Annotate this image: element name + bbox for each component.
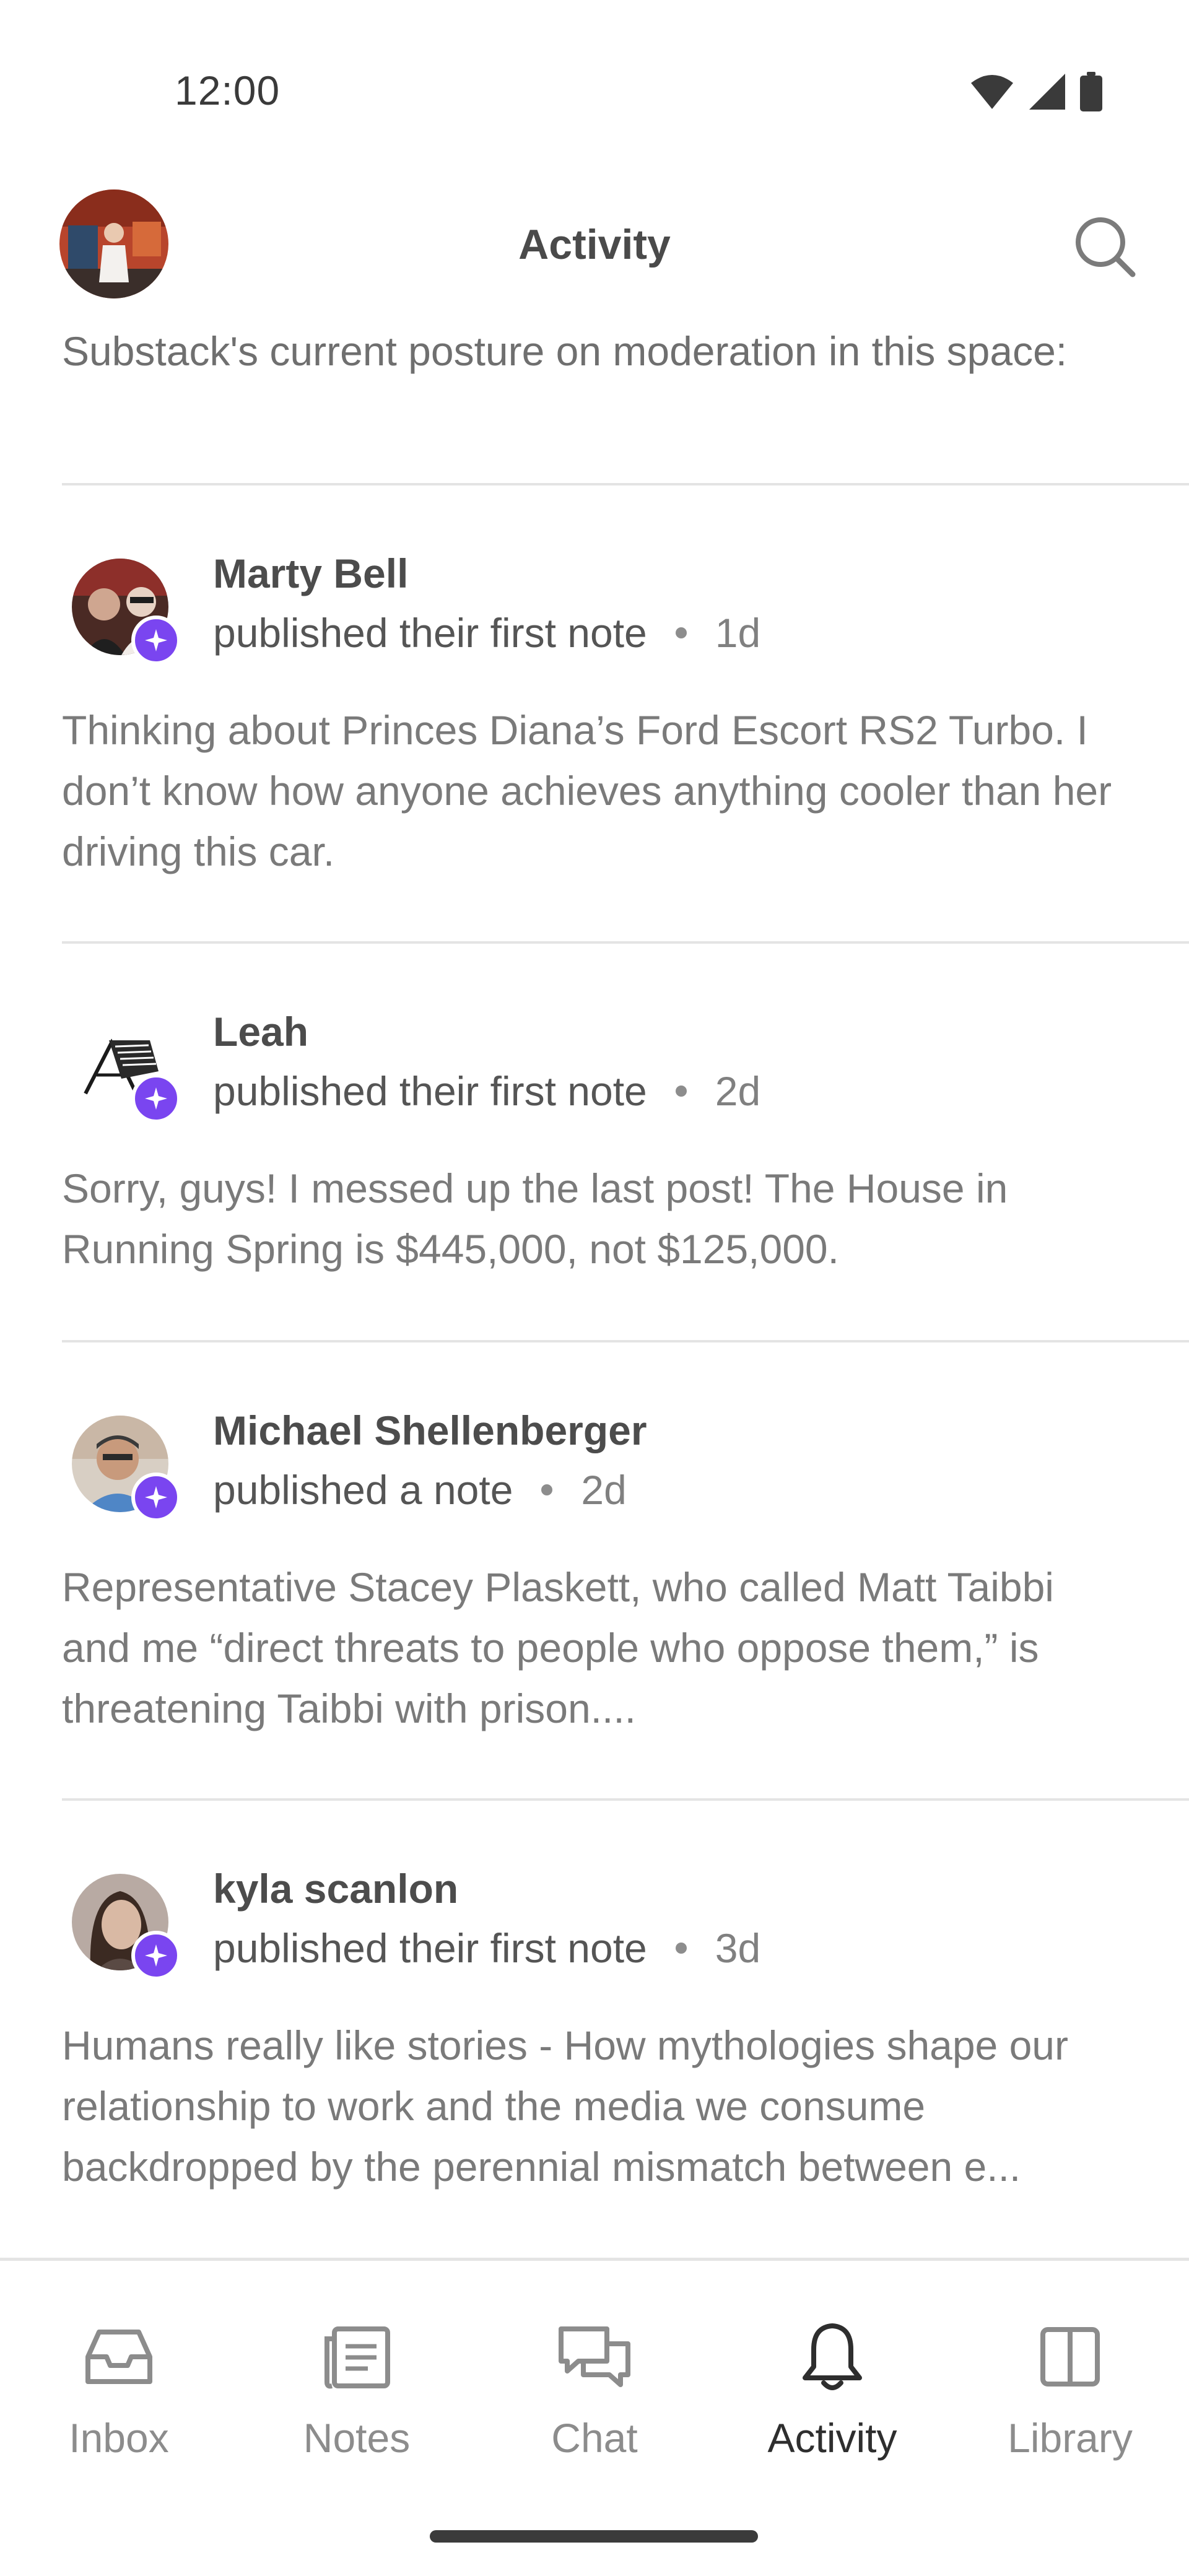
sparkle-icon [145,1087,167,1110]
note-preview[interactable]: Representative Stacey Plaskett, who call… [62,1557,1127,1739]
sparkle-icon [145,629,167,651]
bell-icon [803,2323,862,2390]
battery-icon [1080,72,1102,111]
separator-dot [675,1086,687,1097]
activity-feed: Substack's current posture on moderation… [0,297,1189,2260]
nav-inbox[interactable]: Inbox [0,2317,238,2461]
activity-item[interactable]: Michael Shellenberger published a note 2… [0,1342,1189,1798]
nav-activity[interactable]: Activity [713,2317,951,2461]
nav-label: Library [1008,2415,1133,2461]
app-screen: 12:00 Activity Substack's current postur… [0,0,1189,2576]
sparkle-badge [131,1931,181,1980]
activity-meta: published a note 2d [213,1466,627,1513]
nav-notes[interactable]: Notes [238,2317,476,2461]
nav-label: Chat [551,2415,638,2461]
activity-action: published a note [213,1467,513,1513]
home-indicator[interactable] [430,2530,758,2543]
separator-dot [541,1484,553,1495]
sparkle-badge [131,1473,181,1522]
user-name[interactable]: Marty Bell [213,550,408,597]
status-icons [970,72,1102,111]
sparkle-badge [131,616,181,665]
nav-label: Activity [767,2415,897,2461]
nav-chat[interactable]: Chat [476,2317,713,2461]
signal-icon [1029,74,1065,110]
note-preview[interactable]: Sorry, guys! I messed up the last post! … [62,1158,1127,1279]
note-preview[interactable]: Thinking about Princes Diana’s Ford Esco… [62,700,1127,882]
chat-icon [559,2326,630,2387]
inbox-icon [85,2330,152,2384]
nav-library[interactable]: Library [951,2317,1189,2461]
activity-item[interactable]: Leah published their first note 2d Sorry… [0,944,1189,1340]
activity-item[interactable]: kyla scanlon published their first note … [0,1801,1189,2259]
notes-icon [324,2326,390,2389]
library-icon [1040,2327,1100,2387]
activity-time: 2d [715,1068,761,1114]
activity-action: published their first note [213,1925,647,1971]
wifi-icon [971,75,1013,109]
sparkle-icon [145,1486,167,1508]
search-button[interactable] [1070,212,1138,280]
activity-time: 3d [715,1925,761,1971]
activity-meta: published their first note 3d [213,1925,760,1972]
separator-dot [675,627,687,638]
activity-time: 2d [581,1467,627,1513]
user-name[interactable]: kyla scanlon [213,1865,458,1912]
nav-label: Notes [303,2415,411,2461]
app-header: Activity [0,161,1189,334]
activity-action: published their first note [213,610,647,656]
page-title: Activity [518,221,671,268]
activity-meta: published their first note 2d [213,1068,760,1115]
activity-time: 1d [715,610,761,656]
bottom-nav: Inbox Notes Chat Activity Library [0,2258,1189,2576]
sparkle-icon [145,1944,167,1967]
activity-meta: published their first note 1d [213,609,760,656]
status-bar: 12:00 [0,0,1189,161]
activity-item[interactable]: Marty Bell published their first note 1d… [0,485,1189,941]
sparkle-badge [131,1074,181,1123]
separator-dot [675,1943,687,1954]
search-icon [1076,217,1136,277]
nav-label: Inbox [69,2415,169,2461]
status-time: 12:00 [175,67,281,113]
note-preview[interactable]: Humans really like stories - How mytholo… [62,2015,1127,2197]
activity-action: published their first note [213,1068,647,1114]
user-name[interactable]: Leah [213,1008,308,1055]
user-name[interactable]: Michael Shellenberger [213,1407,647,1454]
